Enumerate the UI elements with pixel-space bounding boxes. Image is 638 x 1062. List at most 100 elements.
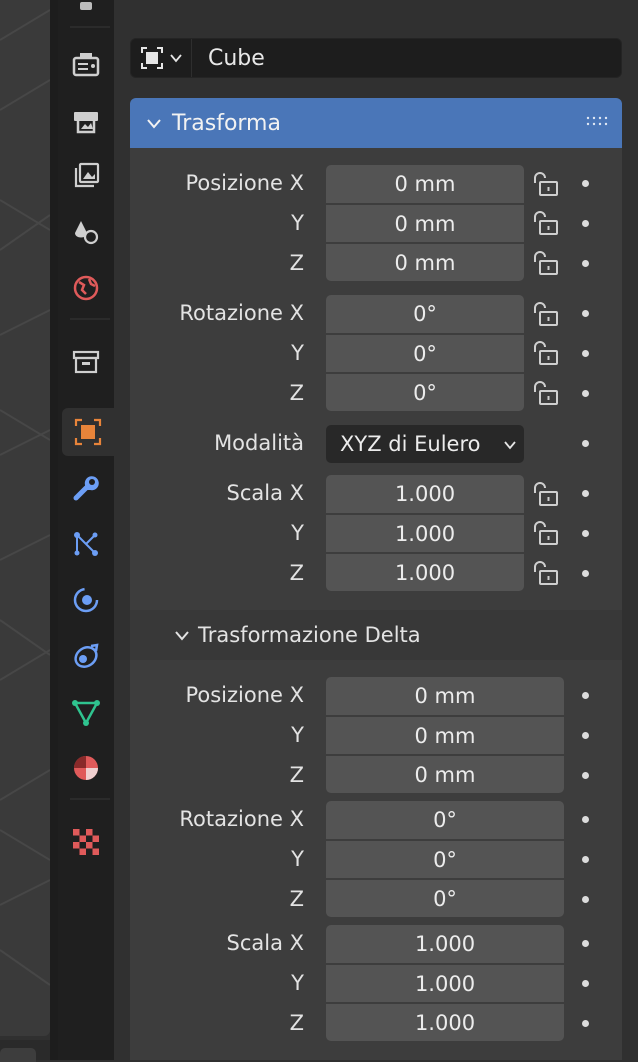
rotation-y-field[interactable]: 0° bbox=[326, 334, 524, 372]
chevron-down-icon bbox=[147, 119, 161, 129]
collection-box-icon bbox=[72, 350, 100, 374]
delta-rotation-z-field[interactable]: 0° bbox=[326, 879, 564, 917]
keyframe-dot-icon[interactable] bbox=[582, 856, 589, 863]
chevron-down-icon bbox=[175, 631, 189, 641]
delta-rotation-y-field[interactable]: 0° bbox=[326, 840, 564, 878]
keyframe-dot-icon[interactable] bbox=[582, 980, 589, 987]
object-name-field[interactable]: Cube bbox=[192, 46, 265, 71]
object-icon bbox=[141, 47, 163, 69]
rotation-mode-value: XYZ di Eulero bbox=[340, 432, 481, 456]
keyframe-dot-icon[interactable] bbox=[582, 310, 589, 317]
tab-scene[interactable] bbox=[62, 208, 110, 256]
delta-location-z-label: Z bbox=[289, 763, 304, 787]
unlock-icon[interactable] bbox=[528, 250, 560, 280]
delta-location-y-field[interactable]: 0 mm bbox=[326, 716, 564, 754]
location-y-label: Y bbox=[291, 211, 304, 235]
material-sphere-icon bbox=[74, 756, 98, 780]
keyframe-dot-icon[interactable] bbox=[582, 692, 589, 699]
keyframe-dot-icon[interactable] bbox=[582, 180, 589, 187]
delta-location-z-field[interactable]: 0 mm bbox=[326, 755, 564, 793]
tab-material[interactable] bbox=[62, 744, 110, 792]
tab-modifiers[interactable] bbox=[62, 464, 110, 512]
keyframe-dot-icon[interactable] bbox=[582, 772, 589, 779]
scale-x-label: Scala X bbox=[226, 481, 304, 505]
tab-physics[interactable] bbox=[62, 576, 110, 624]
tab-separator bbox=[70, 26, 110, 28]
tab-world[interactable] bbox=[62, 264, 110, 312]
location-y-field[interactable]: 0 mm bbox=[326, 204, 524, 242]
scale-y-label: Y bbox=[291, 521, 304, 545]
object-name-bar: Cube bbox=[130, 38, 622, 78]
delta-scale-x-field[interactable]: 1.000 bbox=[326, 925, 564, 963]
unlock-icon[interactable] bbox=[528, 560, 560, 590]
location-z-field[interactable]: 0 mm bbox=[326, 243, 524, 281]
keyframe-dot-icon[interactable] bbox=[582, 570, 589, 577]
tab-constraints[interactable] bbox=[62, 632, 110, 680]
delta-rotation-x-label: Rotazione X bbox=[179, 807, 304, 831]
rotation-x-field[interactable]: 0° bbox=[326, 295, 524, 333]
tab-particles[interactable] bbox=[62, 520, 110, 568]
delta-scale-y-field[interactable]: 1.000 bbox=[326, 964, 564, 1002]
keyframe-dot-icon[interactable] bbox=[582, 390, 589, 397]
rotation-y-label: Y bbox=[291, 341, 304, 365]
delta-scale-z-label: Z bbox=[289, 1011, 304, 1035]
unlock-icon[interactable] bbox=[528, 380, 560, 410]
tab-data[interactable] bbox=[62, 688, 110, 736]
keyframe-dot-icon[interactable] bbox=[582, 260, 589, 267]
keyframe-dot-icon[interactable] bbox=[582, 440, 589, 447]
keyframe-dot-icon[interactable] bbox=[582, 816, 589, 823]
delta-scale-x-label: Scala X bbox=[226, 931, 304, 955]
unlock-icon[interactable] bbox=[528, 340, 560, 370]
tool-icon bbox=[80, 2, 92, 10]
delta-rotation-y-label: Y bbox=[291, 847, 304, 871]
unlock-icon[interactable] bbox=[528, 520, 560, 550]
keyframe-dot-icon[interactable] bbox=[582, 896, 589, 903]
scale-y-field[interactable]: 1.000 bbox=[326, 514, 524, 552]
tab-view-layer[interactable] bbox=[62, 152, 110, 200]
transform-panel-header[interactable]: Trasforma bbox=[130, 98, 622, 148]
keyframe-dot-icon[interactable] bbox=[582, 940, 589, 947]
object-type-selector[interactable] bbox=[131, 39, 192, 77]
delta-transform-title: Trasformazione Delta bbox=[198, 623, 421, 647]
keyframe-dot-icon[interactable] bbox=[582, 1020, 589, 1027]
delta-rotation-x-field[interactable]: 0° bbox=[326, 801, 564, 839]
tab-collection[interactable] bbox=[62, 338, 110, 386]
delta-scale-y-label: Y bbox=[291, 971, 304, 995]
unlock-icon[interactable] bbox=[528, 210, 560, 240]
location-x-label: Posizione X bbox=[185, 171, 304, 195]
unlock-icon[interactable] bbox=[528, 481, 560, 511]
chevron-down-icon bbox=[504, 441, 516, 450]
scale-x-field[interactable]: 1.000 bbox=[326, 475, 524, 513]
object-icon bbox=[74, 418, 102, 446]
tab-tool[interactable] bbox=[62, 0, 110, 28]
keyframe-dot-icon[interactable] bbox=[582, 530, 589, 537]
rotation-mode-dropdown[interactable]: XYZ di Eulero bbox=[326, 425, 524, 463]
delta-location-y-label: Y bbox=[291, 723, 304, 747]
unlock-icon[interactable] bbox=[528, 301, 560, 331]
checker-texture-icon bbox=[73, 829, 99, 855]
area-divider[interactable] bbox=[50, 0, 58, 1060]
tab-render[interactable] bbox=[62, 40, 110, 88]
image-stack-icon bbox=[74, 162, 100, 188]
unlock-icon[interactable] bbox=[528, 171, 560, 201]
location-x-field[interactable]: 0 mm bbox=[326, 165, 524, 203]
scale-z-field[interactable]: 1.000 bbox=[326, 553, 524, 591]
delta-location-x-label: Posizione X bbox=[185, 683, 304, 707]
rotation-z-field[interactable]: 0° bbox=[326, 373, 524, 411]
drag-grip-icon[interactable] bbox=[586, 116, 610, 128]
tab-texture[interactable] bbox=[62, 818, 110, 866]
keyframe-dot-icon[interactable] bbox=[582, 732, 589, 739]
keyframe-dot-icon[interactable] bbox=[582, 350, 589, 357]
tab-output[interactable] bbox=[62, 96, 110, 144]
keyframe-dot-icon[interactable] bbox=[582, 490, 589, 497]
delta-location-x-field[interactable]: 0 mm bbox=[326, 677, 564, 715]
scene-icon bbox=[75, 221, 99, 245]
physics-icon bbox=[73, 587, 99, 613]
keyframe-dot-icon[interactable] bbox=[582, 220, 589, 227]
3d-viewport[interactable] bbox=[0, 0, 50, 1036]
delta-transform-header[interactable]: Trasformazione Delta bbox=[130, 610, 622, 660]
delta-scale-z-field[interactable]: 1.000 bbox=[326, 1003, 564, 1041]
viewport-grid bbox=[0, 9, 50, 986]
printer-icon bbox=[74, 112, 98, 134]
world-icon bbox=[73, 275, 99, 301]
